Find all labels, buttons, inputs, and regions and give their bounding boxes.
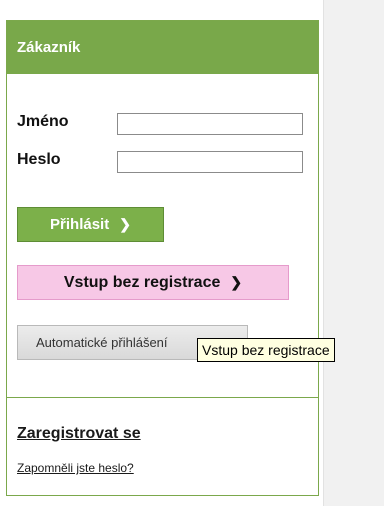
right-panel	[323, 0, 384, 506]
tooltip: Vstup bez registrace	[197, 338, 335, 362]
auto-login-label: Automatické přihlášení	[36, 335, 168, 350]
password-label: Heslo	[17, 151, 61, 168]
guest-button-label: Vstup bez registrace	[63, 273, 221, 291]
password-input[interactable]	[117, 151, 303, 173]
login-button[interactable]: Přihlásit ❯	[17, 207, 164, 242]
chevron-right-icon: ❯	[230, 274, 243, 290]
guest-login-button[interactable]: Vstup bez registrace ❯	[17, 265, 289, 300]
login-button-label: Přihlásit	[50, 216, 110, 233]
name-label: Jméno	[17, 113, 69, 130]
chevron-right-icon: ❯	[119, 216, 131, 232]
panel-title: Zákazník	[7, 21, 318, 74]
name-input[interactable]	[117, 113, 303, 135]
forgot-password-link[interactable]: Zapomněli jste heslo?	[17, 461, 134, 475]
customer-panel: Zákazník Jméno Heslo Přihlásit ❯ Vstup b…	[6, 20, 319, 496]
register-link[interactable]: Zaregistrovat se	[17, 425, 141, 443]
divider	[7, 397, 318, 398]
